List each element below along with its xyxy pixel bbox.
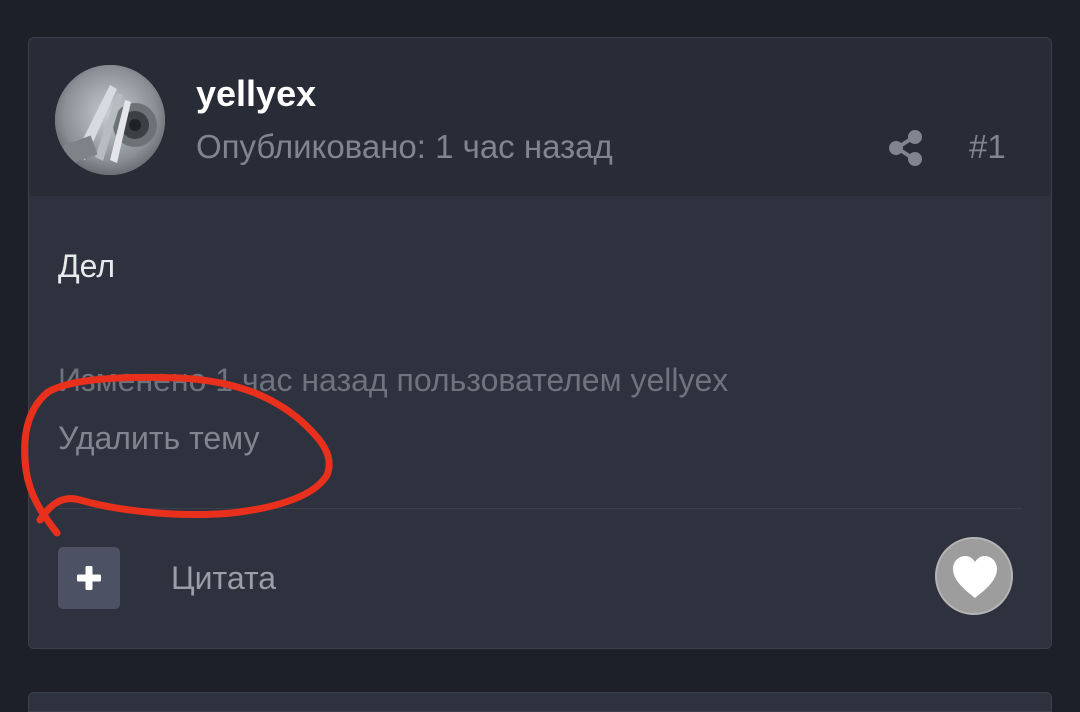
published-time: Опубликовано: 1 час назад xyxy=(196,128,613,165)
avatar[interactable] xyxy=(55,65,165,175)
post-number-link[interactable]: #1 xyxy=(969,127,1006,167)
next-post-card xyxy=(28,692,1052,712)
share-icon[interactable] xyxy=(887,129,927,167)
avatar-image xyxy=(55,65,165,175)
delete-topic-link[interactable]: Удалить тему xyxy=(58,418,260,458)
post-card: yellyex Опубликовано: 1 час назад #1 Дел… xyxy=(28,37,1052,649)
post-header: yellyex Опубликовано: 1 час назад #1 xyxy=(29,38,1051,196)
multiquote-plus-button[interactable] xyxy=(58,547,120,609)
quote-button[interactable]: Цитата xyxy=(171,558,276,598)
like-button[interactable] xyxy=(935,537,1013,615)
edited-note: Изменено 1 час назад пользователем yelly… xyxy=(58,362,729,398)
post-body-text: Дел xyxy=(58,248,116,284)
divider xyxy=(58,508,1022,509)
plus-icon xyxy=(77,566,101,590)
author-name[interactable]: yellyex xyxy=(196,72,316,116)
heart-icon xyxy=(953,556,997,598)
